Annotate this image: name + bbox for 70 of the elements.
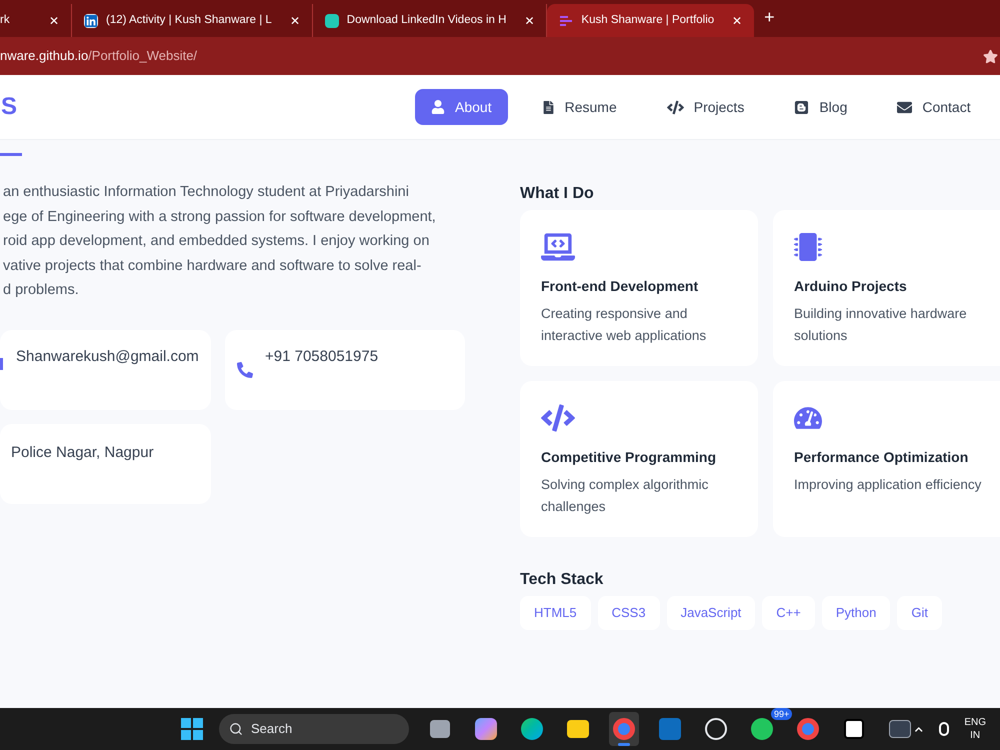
chat-app-icon xyxy=(705,718,727,740)
folder-icon xyxy=(567,720,589,738)
section-title: What I Do xyxy=(520,184,595,204)
chat-bubble-icon xyxy=(751,718,773,740)
service-title: Arduino Projects xyxy=(794,277,908,296)
contact-text: Shanwarekush@gmail.com xyxy=(16,346,199,366)
tech-tag: CSS3 xyxy=(598,596,660,630)
edge-icon xyxy=(521,718,543,740)
tech-tag: JavaScript xyxy=(666,596,756,630)
copilot-icon xyxy=(475,718,497,740)
service-description: Creating responsive and interactive web applications xyxy=(541,305,708,345)
nav-link[interactable]: Projects xyxy=(650,89,760,125)
linkedin-icon xyxy=(84,14,98,28)
task-view-icon xyxy=(430,720,450,738)
url-text: nware.github.io/Portfolio_Website/ xyxy=(0,47,198,66)
service-description: Improving application efficiency xyxy=(794,476,982,494)
notification-badge: 99+ xyxy=(771,708,792,720)
tab-title: rk xyxy=(0,12,11,28)
address-bar[interactable]: nware.github.io/Portfolio_Website/ xyxy=(0,37,1000,75)
new-tab-button[interactable]: + xyxy=(764,4,775,31)
close-icon[interactable]: ✕ xyxy=(290,12,300,30)
active-indicator xyxy=(618,743,630,746)
site-logo[interactable]: S xyxy=(1,95,18,119)
bars-icon xyxy=(559,14,574,26)
nav-link[interactable]: Blog xyxy=(778,89,864,125)
service-title: Front-end Development xyxy=(541,277,700,296)
service-description: Solving complex algorithmic challenges xyxy=(541,476,710,516)
close-icon[interactable]: ✕ xyxy=(49,12,59,30)
search-icon xyxy=(229,722,243,736)
about-paragraph: an enthusiastic Information Technology student at Priyadarshini ege of Engineering with a strong passion for software development, roid app development, and embedded systems. I enjoy working on vative projects that combine hardware and software to solve real- d problems. xyxy=(3,183,437,300)
close-icon[interactable]: ✕ xyxy=(732,12,742,30)
code-icon xyxy=(666,98,684,116)
document-icon xyxy=(542,100,555,114)
contact-text: +91 7058051975 xyxy=(265,346,378,366)
heading-underline xyxy=(0,153,22,156)
close-icon[interactable]: ✕ xyxy=(524,12,534,30)
language-indicator[interactable]: ENG IN xyxy=(964,716,986,742)
tab-title: (12) Activity | Kush Shanware | L xyxy=(106,12,272,28)
browser-tab[interactable]: Kush Shanware | Portfolio ✕ xyxy=(547,4,754,37)
site-icon xyxy=(324,14,339,28)
mail-app-icon xyxy=(659,718,681,740)
terminal-icon xyxy=(889,720,911,738)
user-icon xyxy=(431,100,446,114)
tab-title: Kush Shanware | Portfolio xyxy=(581,12,714,28)
region-text: IN xyxy=(970,729,980,742)
notion-icon xyxy=(844,719,864,739)
service-description: Building innovative hardware solutions xyxy=(794,305,968,345)
gauge-icon xyxy=(794,404,822,432)
tech-tag: HTML5 xyxy=(520,596,591,630)
service-title: Competitive Programming xyxy=(541,448,718,467)
blog-icon xyxy=(794,100,810,114)
bookmark-star-icon[interactable] xyxy=(983,48,998,64)
tech-tag: Git xyxy=(897,596,942,630)
search-field[interactable]: Search xyxy=(219,714,409,744)
chip-icon xyxy=(794,233,822,261)
windows-icon xyxy=(181,718,203,740)
chrome-icon xyxy=(613,718,635,740)
nav-link[interactable]: Resume xyxy=(526,89,633,125)
contact-text: Police Nagar, Nagpur xyxy=(11,442,154,462)
chrome-icon xyxy=(797,718,819,740)
language-text: ENG xyxy=(964,716,986,729)
phone-icon xyxy=(237,362,253,378)
tech-tag: C++ xyxy=(762,596,815,630)
section-title: Tech Stack xyxy=(520,570,604,590)
search-placeholder: Search xyxy=(251,720,292,738)
nav-link[interactable]: About xyxy=(415,89,508,125)
tab-title: Download LinkedIn Videos in H xyxy=(346,12,506,28)
tech-tag: Python xyxy=(822,596,890,630)
service-title: Performance Optimization xyxy=(794,448,970,467)
nav-link[interactable]: Contact xyxy=(881,89,987,125)
